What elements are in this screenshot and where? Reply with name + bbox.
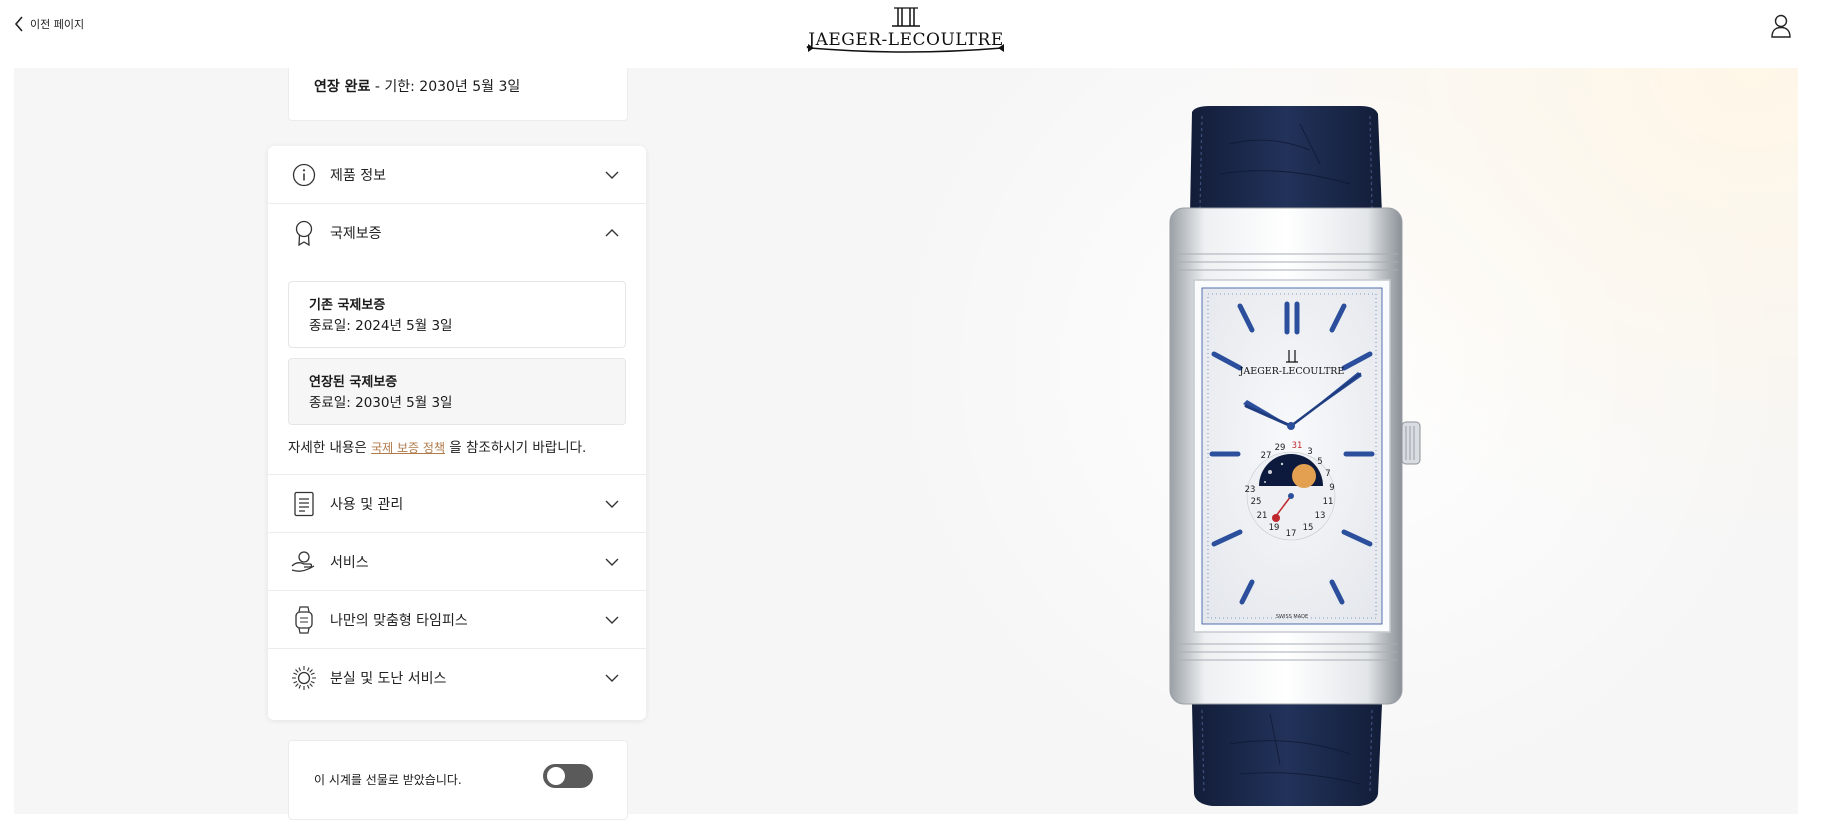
chevron-down-icon [605,500,619,508]
warranty-policy-link[interactable]: 국제 보증 정책 [371,441,445,455]
svg-text:3: 3 [1307,447,1312,457]
svg-text:9: 9 [1329,483,1334,493]
chevron-left-icon [14,16,23,32]
accordion-label: 나만의 맞춤형 타임피스 [330,612,468,629]
back-button[interactable]: 이전 페이지 [14,16,84,32]
dial-brand: JAEGER-LECOULTRE [1239,366,1345,377]
original-warranty-box: 기존 국제보증 종료일: 2024년 5월 3일 [288,281,626,348]
strap-bottom [1192,704,1382,806]
accordion-custom-timepiece[interactable]: 나만의 맞춤형 타임피스 [268,591,646,648]
extension-status-card: 연장 완료 - 기한: 2030년 5월 3일 [288,68,628,121]
chevron-down-icon [605,674,619,682]
chevron-down-icon [605,171,619,179]
original-warranty-date: 종료일: 2024년 5월 3일 [309,318,453,334]
warranty-note: 자세한 내용은 국제 보증 정책 을 참조하시기 바랍니다. [288,440,587,456]
watch-icon [290,605,318,634]
product-accordion: 제품 정보 국제보증 기존 국제보증 종료일: 2024년 5월 3일 연장된 … [268,146,646,720]
brand-logo[interactable]: JAEGER-LECOULTRE [806,4,1006,54]
accordion-loss-theft[interactable]: 분실 및 도난 서비스 [268,649,646,706]
strap-top [1190,106,1382,214]
accordion-label: 서비스 [330,554,369,571]
gift-card: 이 시계를 선물로 받았습니다. [288,740,628,820]
extended-warranty-title: 연장된 국제보증 [309,375,398,390]
accordion-label: 국제보증 [330,225,382,242]
document-icon [290,490,318,518]
svg-text:13: 13 [1315,511,1326,521]
svg-text:21: 21 [1257,511,1268,521]
accordion-service[interactable]: 서비스 [268,533,646,590]
svg-text:29: 29 [1275,443,1286,453]
accordion-use-and-care[interactable]: 사용 및 관리 [268,475,646,532]
svg-text:7: 7 [1325,469,1330,479]
extended-warranty-date: 종료일: 2030년 5월 3일 [309,395,453,411]
ribbon-icon [290,219,318,247]
svg-text:23: 23 [1245,485,1256,495]
svg-text:19: 19 [1269,523,1280,533]
watch-crown [1401,421,1421,465]
toggle-knob [547,767,565,785]
svg-text:25: 25 [1251,497,1262,507]
chevron-down-icon [605,616,619,624]
svg-text:27: 27 [1261,451,1272,461]
hand-service-icon [290,548,318,576]
back-label: 이전 페이지 [30,18,85,31]
gift-label: 이 시계를 선물로 받았습니다. [314,773,462,787]
extended-warranty-box: 연장된 국제보증 종료일: 2030년 5월 3일 [288,358,626,425]
chevron-up-icon [605,228,619,236]
original-warranty-title: 기존 국제보증 [309,298,386,313]
accordion-label: 제품 정보 [330,167,386,184]
accordion-label: 사용 및 관리 [330,496,404,513]
svg-text:31: 31 [1292,441,1303,451]
extension-status-text: 연장 완료 - 기한: 2030년 5월 3일 [314,79,521,95]
svg-text:5: 5 [1317,457,1322,467]
accordion-label: 분실 및 도난 서비스 [330,670,447,687]
sun-icon [290,664,318,692]
accordion-international-warranty[interactable]: 국제보증 [268,204,646,261]
accordion-product-info[interactable]: 제품 정보 [268,146,646,203]
info-icon [290,161,318,189]
svg-text:JAEGER-LECOULTRE: JAEGER-LECOULTRE [806,30,1003,50]
gift-toggle[interactable] [543,764,593,788]
top-header: 이전 페이지 JAEGER-LECOULTRE [0,0,1829,68]
user-icon[interactable] [1770,14,1792,38]
chevron-down-icon [605,558,619,566]
svg-text:17: 17 [1286,529,1297,539]
swiss-made: SWISS MADE [1276,614,1308,620]
watch-product-image: JAEGER-LECOULTRE 2523 2119 1715 1311 97 … [1169,106,1421,806]
svg-text:15: 15 [1303,523,1314,533]
svg-text:11: 11 [1323,497,1334,507]
